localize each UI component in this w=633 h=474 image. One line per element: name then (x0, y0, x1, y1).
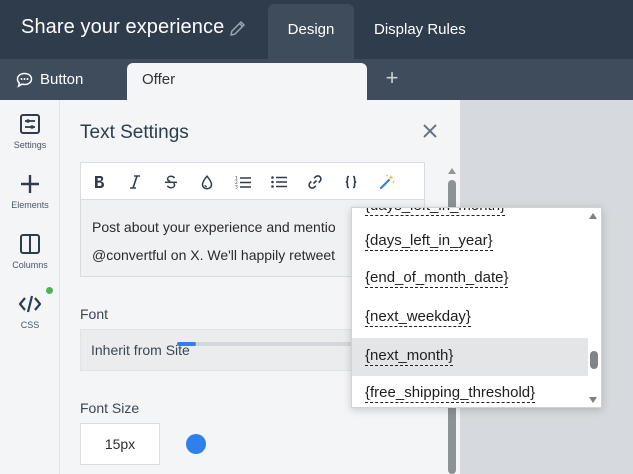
list-item-label: {end_of_month_date} (365, 269, 509, 288)
sidebar-item-elements[interactable]: Elements (0, 173, 60, 210)
list-item-highlighted[interactable]: {next_month} (352, 338, 588, 376)
list-item-label: {free_shipping_threshold} (365, 384, 536, 403)
placeholder-dropdown: {days_left_in_month} {days_left_in_year}… (351, 207, 602, 408)
list-item[interactable]: {next_weekday} (352, 299, 588, 337)
sidebar-item-css[interactable]: CSS (0, 287, 60, 330)
subtab-button[interactable]: Button (16, 59, 83, 100)
editor-toolbar: 123 (80, 162, 425, 200)
columns-icon (20, 234, 40, 254)
ordered-list-icon: 123 (235, 176, 251, 190)
font-size-input[interactable]: 15px (80, 423, 160, 465)
code-icon (18, 295, 42, 313)
page-title: Share your experience (21, 16, 225, 38)
tab-display-rules[interactable]: Display Rules (374, 4, 466, 59)
sidebar-item-label: Columns (12, 260, 48, 270)
text-color-button[interactable] (197, 172, 217, 192)
chat-bubble-icon (16, 72, 33, 88)
list-item-label: {next_month} (365, 347, 454, 366)
status-dot (46, 287, 53, 294)
close-icon[interactable] (423, 124, 437, 138)
bold-icon (95, 176, 104, 188)
droplet-icon (201, 174, 213, 190)
italic-button[interactable] (125, 172, 145, 192)
slider-fill (177, 342, 197, 346)
sidebar-item-label: Elements (11, 200, 49, 210)
scroll-up-icon[interactable] (448, 168, 456, 174)
list-item-label: {days_left_in_year} (365, 232, 493, 251)
list-item[interactable]: {free_shipping_threshold} (352, 375, 588, 407)
italic-icon (130, 175, 140, 189)
sidebar-item-label: Settings (13, 140, 47, 150)
link-button[interactable] (305, 172, 325, 192)
font-size-label: Font Size (80, 400, 140, 416)
subtab-button-label: Button (40, 70, 84, 88)
tab-design[interactable]: Design (268, 4, 354, 59)
ai-assist-button[interactable] (377, 172, 397, 192)
list-item-label: {next_weekday} (365, 308, 471, 327)
ordered-list-button[interactable]: 123 (233, 172, 253, 192)
bullet-list-icon (271, 176, 287, 188)
app-header: Share your experience Design Display Rul… (0, 0, 633, 59)
list-item-label: {days_left_in_month} (365, 208, 506, 216)
sidebar: Settings Elements Columns CSS (0, 100, 60, 474)
settings-icon (20, 114, 40, 134)
link-icon (308, 175, 322, 189)
strikethrough-icon (165, 175, 177, 189)
list-item[interactable]: {end_of_month_date} (352, 260, 588, 298)
dropdown-scroll-up-icon[interactable] (589, 213, 597, 219)
placeholder-button[interactable] (341, 172, 361, 192)
magic-wand-icon (379, 174, 395, 190)
braces-icon (345, 175, 357, 189)
element-tabs-bar: Button Offer + (0, 59, 633, 100)
list-item[interactable]: {days_left_in_year} (352, 223, 588, 261)
pencil-icon[interactable] (228, 18, 248, 38)
add-tab-button[interactable]: + (381, 66, 403, 90)
bold-button[interactable] (89, 172, 109, 192)
dropdown-scrollbar-thumb[interactable] (590, 351, 598, 369)
subtab-offer[interactable]: Offer (127, 63, 367, 100)
svg-text:3: 3 (235, 185, 238, 190)
sidebar-item-settings[interactable]: Settings (0, 113, 60, 150)
sidebar-item-label: CSS (20, 320, 40, 330)
font-label: Font (80, 306, 109, 322)
panel-title: Text Settings (80, 122, 189, 143)
plus-icon (21, 175, 39, 193)
strikethrough-button[interactable] (161, 172, 181, 192)
bullet-list-button[interactable] (269, 172, 289, 192)
dropdown-scroll-down-icon[interactable] (589, 397, 597, 403)
sidebar-item-columns[interactable]: Columns (0, 233, 60, 270)
